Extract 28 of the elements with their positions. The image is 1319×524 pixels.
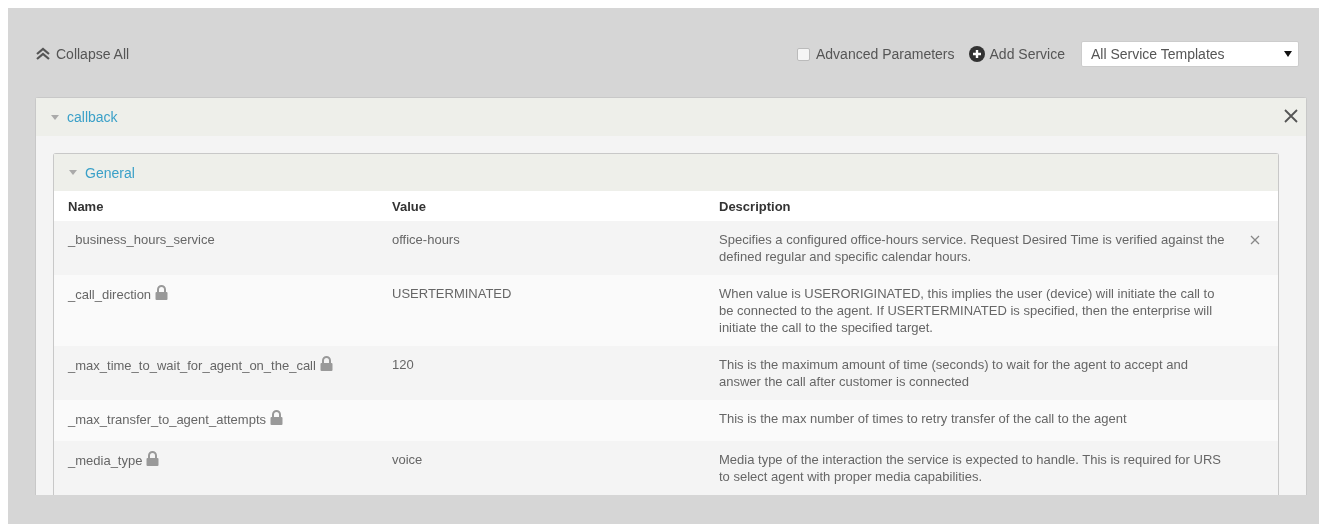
column-header: Name — [68, 198, 105, 214]
remove-button[interactable] — [1249, 235, 1260, 245]
parameter-description: When value is USERORIGINATED, this implies the user (device) will initiate the call to be connected to the agent. If USERTERMINATED is specified, then the enterprise will initiate the call to the specified target. — [719, 286, 1215, 335]
caret-icon — [51, 114, 59, 120]
template-dropdown[interactable]: All Service Templates — [1081, 41, 1299, 67]
parameter-name: _max_transfer_to_agent_attempts — [68, 412, 266, 427]
advanced-parameters-checkbox[interactable]: Advanced Parameters — [797, 46, 955, 62]
parameter-value: USERTERMINATED — [392, 286, 512, 301]
parameter-description: Media type of the interaction the service is expected to handle. This is required for URS to select agent with proper media capabilities. — [719, 452, 1221, 484]
parameter-description: This is the max number of times to retry transfer of the call to the agent — [719, 411, 1127, 426]
add-service-button[interactable]: Add Service — [968, 46, 1065, 62]
plus-circle-icon — [968, 46, 985, 62]
parameter-description: This is the maximum amount of time (seconds) to wait for the agent to accept and answer the call after customer is connected — [719, 357, 1188, 389]
double-chevron-up-icon — [35, 47, 51, 61]
parameter-name: _call_direction — [68, 287, 152, 302]
parameter-value: 120 — [392, 357, 414, 372]
parameter-name: _business_hours_service — [68, 232, 215, 247]
column-header: Description — [719, 198, 792, 214]
caret-icon — [69, 170, 77, 175]
parameter-name: _media_type — [68, 453, 143, 468]
section-toggle[interactable]: General — [69, 164, 135, 181]
parameter-value: voice — [392, 452, 423, 467]
collapse-all-button[interactable]: Collapse All — [35, 46, 130, 62]
parameter-name: _max_time_to_wait_for_agent_on_the_call — [68, 358, 316, 373]
dropdown-arrow-icon — [1284, 51, 1292, 57]
parameter-description: Specifies a configured office-hours service. Request Desired Time is verified against the defined regular and specific calendar hours. — [719, 232, 1225, 264]
parameter-value: office-hours — [392, 232, 460, 247]
column-header: Value — [392, 198, 427, 214]
